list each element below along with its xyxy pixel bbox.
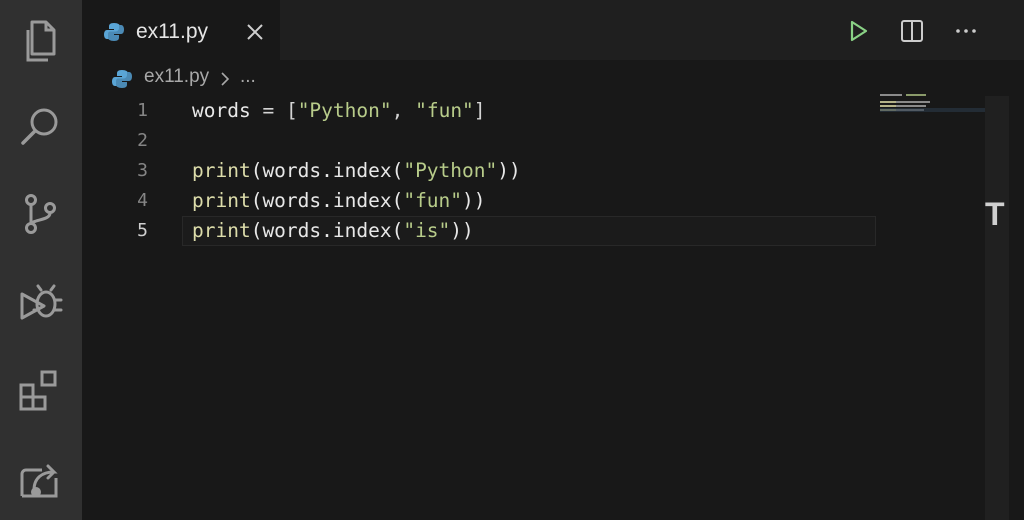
tab-bar: ex11.py [82, 0, 1024, 60]
split-editor-icon[interactable] [898, 17, 926, 45]
code-text: print(words.index("Python")) [192, 159, 521, 182]
code-text: print(words.index("is")) [192, 219, 474, 242]
remote-icon[interactable] [16, 456, 64, 504]
code-line[interactable]: 1 words = ["Python", "fun"] [82, 96, 982, 126]
python-icon [104, 23, 124, 41]
debug-icon[interactable] [16, 280, 64, 328]
line-number: 5 [137, 220, 148, 241]
line-number: 2 [137, 130, 148, 151]
breadcrumb-file[interactable]: ex11.py [144, 66, 209, 88]
line-number: 3 [137, 160, 148, 181]
search-icon[interactable] [16, 102, 64, 150]
activity-bar [0, 0, 82, 520]
code-line[interactable]: 2 [82, 126, 982, 156]
code-line-current[interactable]: 5 print(words.index("is")) [82, 216, 982, 246]
close-icon[interactable] [244, 21, 266, 43]
tab-ex11[interactable]: ex11.py [82, 0, 280, 60]
scrollbar[interactable] [985, 96, 1009, 520]
code-text: print(words.index("fun")) [192, 189, 486, 212]
editor-area: ex11.py ex11.py ... 1 words = ["Python",… [82, 0, 1024, 520]
play-icon[interactable] [844, 17, 872, 45]
code-line[interactable]: 4 print(words.index("fun")) [82, 186, 982, 216]
chevron-right-icon [221, 72, 230, 86]
breadcrumb-symbols[interactable]: ... [240, 66, 256, 88]
line-number: 4 [137, 190, 148, 211]
tab-label: ex11.py [136, 20, 208, 43]
code-line[interactable]: 3 print(words.index("Python")) [82, 156, 982, 186]
extensions-icon[interactable] [16, 366, 64, 414]
minimap[interactable] [880, 92, 990, 132]
python-icon [112, 70, 132, 88]
scroll-marker: T [985, 196, 1005, 232]
files-icon[interactable] [16, 16, 64, 64]
code-text: words = ["Python", "fun"] [192, 99, 486, 122]
ellipsis-icon[interactable] [952, 17, 980, 45]
line-number: 1 [137, 100, 148, 121]
source-control-icon[interactable] [16, 190, 64, 238]
